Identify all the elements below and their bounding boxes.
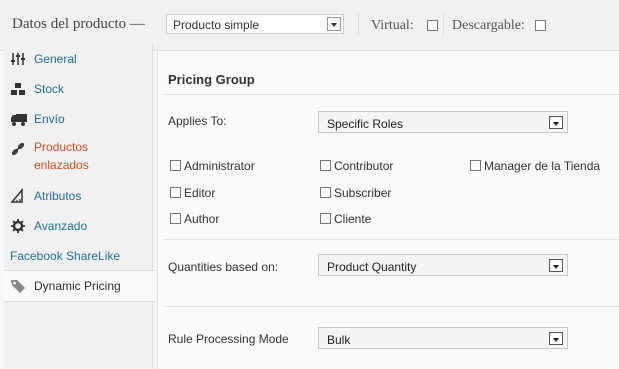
truck-icon (10, 111, 27, 127)
role-shop-manager[interactable]: Manager de la Tienda (470, 159, 600, 173)
role-checkbox[interactable] (320, 160, 331, 171)
boxes-icon (10, 81, 26, 97)
role-label: Subscriber (334, 186, 392, 200)
tab-attributes-label: Atributos (34, 189, 82, 203)
tab-linked-products-label-line1: Productos (34, 140, 89, 154)
product-type-select[interactable]: Producto simple (166, 14, 344, 34)
rule-processing-mode-value: Bulk (327, 333, 351, 347)
pricing-group-panel (157, 50, 619, 369)
tab-shipping[interactable]: Envío (4, 104, 152, 134)
tab-facebook-sharelike-label: Facebook ShareLike (10, 249, 121, 263)
tab-linked-products-label-line2: enlazados (34, 158, 89, 172)
role-checkbox[interactable] (320, 187, 331, 198)
role-author[interactable]: Author (170, 212, 219, 226)
virtual-checkbox[interactable] (427, 20, 438, 31)
tab-attributes[interactable]: Atributos (4, 181, 152, 211)
divider (443, 14, 444, 36)
rule-processing-mode-select[interactable]: Bulk (318, 327, 568, 349)
quantities-based-on-label: Quantities based on: (168, 260, 279, 274)
tab-dynamic-pricing[interactable]: Dynamic Pricing (4, 270, 156, 302)
role-label: Administrator (184, 159, 255, 173)
product-type-value: Producto simple (173, 18, 260, 32)
role-label: Author (184, 212, 220, 226)
chevron-down-icon (549, 259, 563, 272)
role-customer[interactable]: Cliente (320, 212, 371, 226)
tab-general[interactable]: General (4, 44, 152, 74)
role-label: Contributor (334, 159, 394, 173)
product-data-tabs: General Stock Envío Productos enlazados … (4, 44, 156, 368)
rule-processing-mode-label: Rule Processing Mode (168, 332, 289, 346)
product-data-title: Datos del producto — (12, 16, 145, 32)
role-checkbox[interactable] (170, 187, 181, 198)
tab-linked-products[interactable]: Productos enlazados (4, 134, 152, 178)
role-checkbox[interactable] (170, 213, 181, 224)
divider (164, 94, 619, 95)
tab-linked-products-label: Productos enlazados (34, 138, 89, 174)
chevron-down-icon (549, 116, 563, 129)
role-label: Editor (184, 186, 216, 200)
role-checkbox[interactable] (320, 213, 331, 224)
tab-advanced[interactable]: Avanzado (4, 211, 152, 241)
role-label: Manager de la Tienda (484, 159, 601, 173)
tab-general-label: General (34, 52, 77, 66)
applies-to-value: Specific Roles (327, 117, 404, 131)
gear-icon (10, 218, 26, 234)
tab-dynamic-pricing-label: Dynamic Pricing (34, 279, 121, 293)
applies-to-select[interactable]: Specific Roles (318, 111, 568, 133)
role-editor[interactable]: Editor (170, 186, 215, 200)
role-subscriber[interactable]: Subscriber (320, 186, 391, 200)
tab-facebook-sharelike[interactable]: Facebook ShareLike (4, 241, 152, 271)
tab-stock[interactable]: Stock (4, 74, 152, 104)
pricing-group-title: Pricing Group (168, 72, 255, 87)
chevron-down-icon (327, 17, 341, 31)
role-contributor[interactable]: Contributor (320, 159, 393, 173)
chevron-down-icon (549, 332, 563, 345)
divider (164, 306, 619, 307)
quantities-based-on-select[interactable]: Product Quantity (318, 254, 568, 276)
link-icon (10, 141, 26, 157)
role-checkbox[interactable] (170, 160, 181, 171)
virtual-label: Virtual: (371, 18, 414, 33)
role-checkbox[interactable] (470, 160, 481, 171)
role-administrator[interactable]: Administrator (170, 159, 255, 173)
sliders-icon (10, 51, 26, 67)
tab-advanced-label: Avanzado (34, 219, 88, 233)
divider (164, 239, 619, 240)
divider (358, 14, 359, 36)
tab-shipping-label: Envío (34, 112, 65, 126)
applies-to-label: Applies To: (168, 114, 227, 128)
downloadable-checkbox[interactable] (535, 20, 546, 31)
downloadable-label: Descargable: (452, 18, 525, 33)
tab-stock-label: Stock (34, 82, 65, 96)
role-label: Cliente (334, 212, 372, 226)
quantities-based-on-value: Product Quantity (327, 260, 417, 274)
tag-icon (10, 278, 26, 294)
ruler-icon (10, 187, 26, 204)
